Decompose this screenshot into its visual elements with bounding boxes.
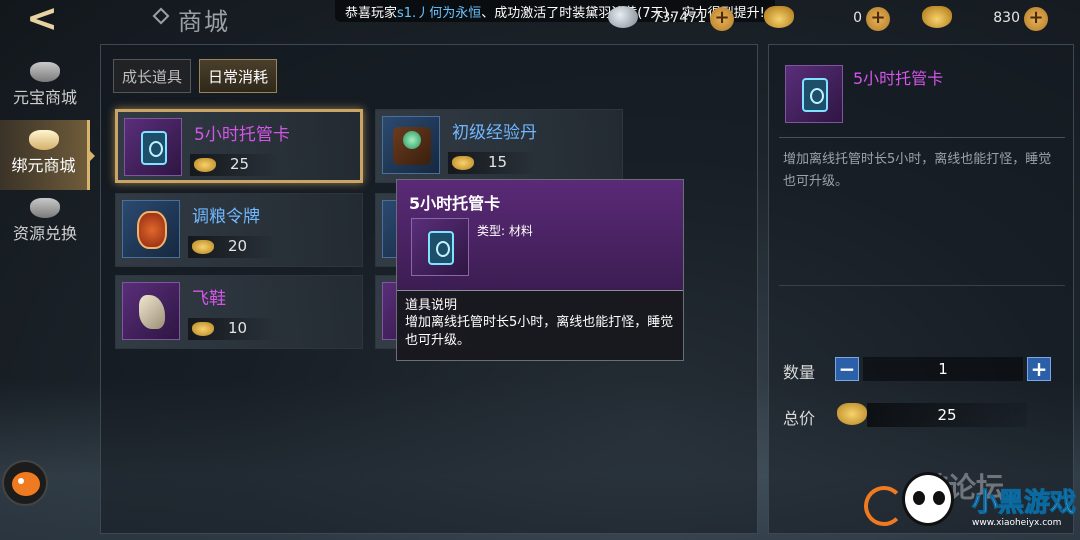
item-detail-panel: 5小时托管卡 增加离线托管时长5小时，离线也能打怪，睡觉也可升级。 数量 − 1… [768, 44, 1074, 534]
quantity-row: 数量 − 1 + [783, 357, 1063, 383]
item-name: 飞鞋 [192, 289, 226, 309]
card-icon [428, 231, 454, 265]
bound-ingot-icon [194, 158, 216, 172]
nav-label: 绑元商城 [11, 156, 76, 175]
item-card[interactable]: 5小时托管卡 25 [115, 109, 363, 183]
currency-bound-ingot: 830 + [922, 6, 1048, 32]
active-arrow-icon [87, 148, 95, 164]
nav-item-resource-exchange[interactable]: 资源兑换 [0, 188, 90, 258]
item-card[interactable]: 调粮令牌 20 [115, 193, 363, 267]
silver-icon [608, 6, 638, 28]
currency-silver: 737471 + [608, 6, 734, 32]
broadcast-server: s1. [397, 6, 417, 21]
card-icon [141, 131, 167, 165]
item-price: 20 [188, 236, 278, 258]
item-card[interactable]: 飞鞋 10 [115, 275, 363, 349]
mascot-icon [12, 472, 40, 496]
top-bar: < 商城 恭喜玩家s1.丿何为永恒、成功激活了时装黛羽流黄(7天)，实力得到提升… [0, 0, 1080, 40]
item-icon-frame [122, 282, 180, 340]
page-title: 商城 [178, 8, 230, 36]
currency-value: 0 [853, 10, 862, 26]
gold-ingot-icon [764, 6, 794, 28]
currency-value: 737471 [652, 10, 706, 26]
tooltip-divider [397, 290, 683, 291]
add-silver-button[interactable]: + [710, 7, 734, 31]
site-watermark: 游论坛 小黑游戏 www.xiaoheiyx.com [864, 462, 1077, 536]
detail-item-desc: 增加离线托管时长5小时，离线也能打怪，睡觉也可升级。 [783, 152, 1052, 189]
broadcast-prefix: 恭喜玩家 [345, 6, 398, 21]
nav-item-ingot-shop[interactable]: 元宝商城 [0, 52, 90, 122]
back-arrow-icon[interactable]: < [14, 0, 70, 40]
watermark-panda-icon [902, 472, 954, 526]
quantity-input[interactable]: 1 [863, 357, 1023, 381]
item-icon-frame [122, 200, 180, 258]
item-price: 10 [188, 318, 278, 340]
shop-category-nav: 元宝商城 绑元商城 资源兑换 [0, 52, 95, 272]
tab-growth-items[interactable]: 成长道具 [113, 59, 192, 93]
total-price-value: 25 [867, 403, 1027, 427]
total-price-label: 总价 [783, 409, 816, 428]
total-price-row: 总价 25 [783, 403, 1063, 429]
token-icon [137, 211, 167, 249]
card-icon [802, 78, 828, 112]
detail-item-icon-frame [785, 65, 843, 123]
tooltip-desc-label: 道具说明 [405, 298, 458, 313]
exp-pill-icon [393, 127, 431, 165]
item-price-value: 15 [488, 153, 508, 171]
currency-value: 830 [993, 10, 1020, 26]
tooltip-item-type: 类型: 材料 [477, 224, 533, 238]
item-name: 5小时托管卡 [194, 125, 290, 145]
item-price: 15 [448, 152, 538, 174]
title-diamond-icon [152, 7, 170, 25]
assistant-mascot-button[interactable] [2, 460, 48, 506]
item-name: 初级经验丹 [452, 123, 537, 143]
nav-item-bound-ingot-shop[interactable]: 绑元商城 [0, 120, 95, 190]
item-icon-frame [124, 118, 182, 176]
item-tooltip: 5小时托管卡 类型: 材料 道具说明 增加离线托管时长5小时，离线也能打怪，睡觉… [396, 179, 684, 361]
bound-ingot-icon [28, 130, 59, 150]
currency-gold: 0 + [764, 6, 890, 32]
nav-label: 资源兑换 [12, 224, 77, 243]
bound-ingot-icon [192, 240, 214, 254]
bound-ingot-icon [452, 156, 474, 170]
item-price-value: 25 [230, 155, 250, 173]
tooltip-item-name: 5小时托管卡 [409, 194, 501, 213]
tooltip-desc: 增加离线托管时长5小时，离线也能打怪，睡觉也可升级。 [405, 315, 674, 348]
nav-label: 元宝商城 [12, 88, 77, 107]
item-icon-frame [382, 116, 440, 174]
quantity-plus-button[interactable]: + [1027, 357, 1051, 381]
detail-divider [779, 137, 1065, 138]
add-bound-ingot-button[interactable]: + [1024, 7, 1048, 31]
quantity-label: 数量 [783, 363, 816, 382]
bound-ingot-icon [192, 322, 214, 336]
mascot-eye [18, 478, 24, 484]
add-gold-button[interactable]: + [866, 7, 890, 31]
quantity-minus-button[interactable]: − [835, 357, 859, 381]
bound-ingot-icon [837, 403, 867, 425]
ingot-icon [30, 62, 60, 82]
item-name: 调粮令牌 [192, 207, 260, 227]
detail-item-name: 5小时托管卡 [853, 69, 944, 88]
item-price-value: 20 [228, 237, 248, 255]
watermark-title: 小黑游戏 [972, 488, 1077, 519]
tooltip-item-icon-frame [411, 218, 469, 276]
item-card[interactable]: 初级经验丹 15 [375, 109, 623, 183]
tab-daily-consumables[interactable]: 日常消耗 [199, 59, 278, 93]
item-price: 25 [190, 154, 280, 176]
flying-boots-icon [139, 295, 165, 329]
watermark-swirl-icon [864, 486, 904, 526]
watermark-url: www.xiaoheiyx.com [972, 518, 1062, 528]
bound-ingot-icon [922, 6, 952, 28]
item-price-value: 10 [228, 319, 248, 337]
detail-divider [779, 285, 1065, 286]
broadcast-player: 丿何为永恒 [416, 6, 482, 21]
exchange-icon [30, 198, 60, 218]
